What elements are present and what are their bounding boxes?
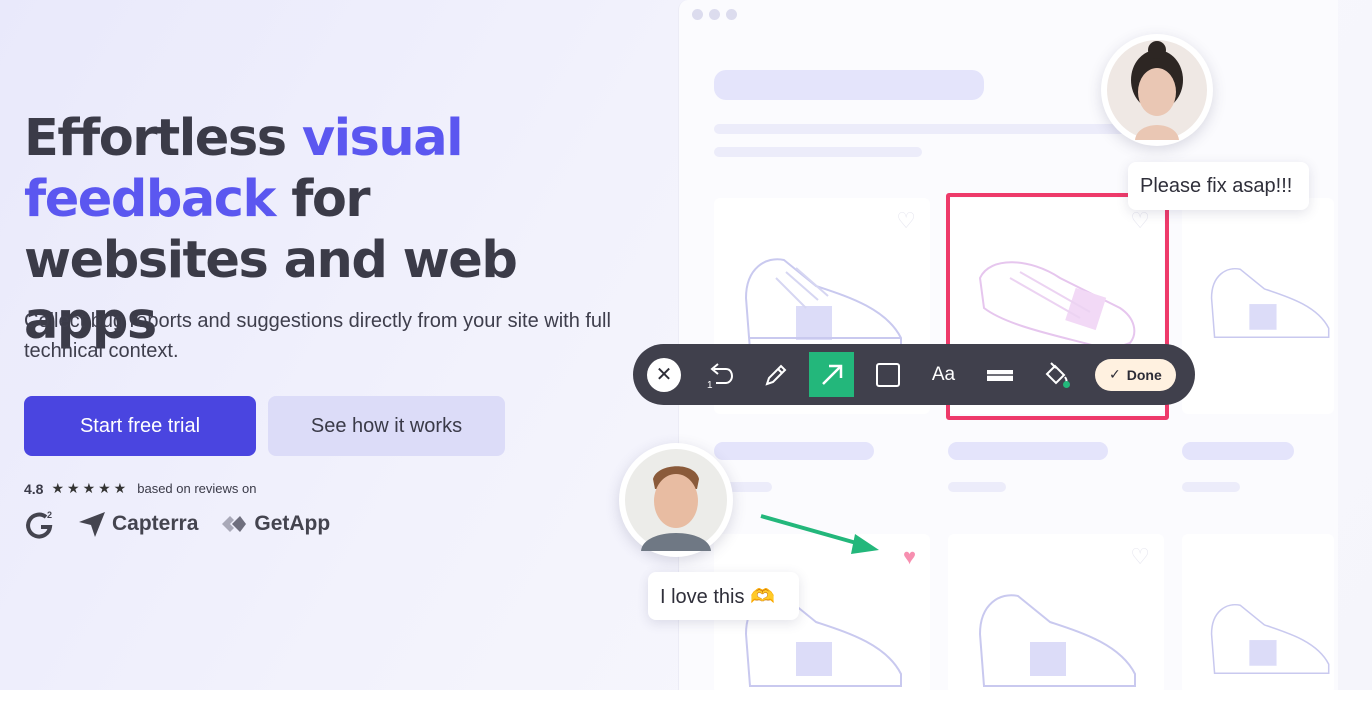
heart-icon[interactable]: ♥ [903, 546, 916, 568]
star-icon: ★★★★★ [51, 480, 130, 496]
skeleton-line [714, 147, 922, 157]
arrow-tool-icon [821, 364, 842, 385]
done-button[interactable]: ✓ Done [1095, 358, 1176, 391]
window-controls [692, 9, 737, 20]
window-dot [692, 9, 703, 20]
svg-text:2: 2 [47, 510, 52, 520]
strikethrough-icon [984, 369, 1015, 381]
shoe-illustration [978, 594, 1136, 687]
rectangle-icon [875, 362, 900, 387]
pencil-tool-button[interactable] [753, 352, 798, 397]
selected-color-indicator [1063, 381, 1070, 388]
hero-subtitle: Collect bug reports and suggestions dire… [24, 310, 611, 362]
pencil-icon [764, 364, 786, 386]
g2-logo-mark: 2 [26, 510, 53, 539]
heart-icon[interactable]: ♡ [1130, 546, 1150, 568]
review-platform-logos: 2 Capterra GetApp [24, 508, 330, 540]
skeleton-label [948, 442, 1108, 460]
skeleton-price [948, 482, 1006, 492]
undo-button[interactable]: 1 [697, 352, 742, 397]
avatar-man-photo [625, 449, 727, 551]
arrow-tool-button[interactable] [809, 352, 854, 397]
comment-bubble-love[interactable]: I love this 🫶 [648, 572, 799, 620]
annotation-arrow[interactable] [755, 508, 885, 558]
avatar-man [619, 443, 733, 557]
capterra-mark [79, 512, 105, 537]
product-card[interactable] [1182, 198, 1334, 414]
avatar-woman [1101, 34, 1213, 146]
comment-text: Please fix asap!!! [1140, 174, 1293, 197]
strikethrough-tool-button[interactable] [977, 352, 1022, 397]
product-card[interactable]: ♡ [948, 534, 1164, 690]
capterra-logo[interactable]: Capterra [78, 510, 198, 538]
check-icon: ✓ [1109, 366, 1121, 382]
window-dot [726, 9, 737, 20]
close-icon[interactable]: ✕ [647, 357, 681, 392]
skeleton-line [714, 124, 1134, 134]
shoe-illustration [1210, 267, 1330, 339]
getapp-mark [222, 516, 247, 532]
window-dot [709, 9, 720, 20]
shoe-illustration [1210, 603, 1330, 675]
undo-count: 1 [707, 380, 713, 391]
title-accent-visual: visual [301, 109, 464, 168]
comment-text: I love this 🫶 [660, 585, 775, 608]
getapp-logo[interactable]: GetApp [220, 512, 330, 536]
rating-row: 4.8 ★★★★★ based on reviews on [24, 480, 256, 497]
skeleton-heading [714, 70, 984, 100]
rating-based-on: based on reviews on [137, 481, 257, 496]
comment-bubble-fix[interactable]: Please fix asap!!! [1128, 162, 1309, 210]
annotation-toolbar: ✕ 1 Aa ✓ Done [633, 344, 1195, 405]
avatar-woman-photo [1107, 40, 1207, 140]
see-how-it-works-button[interactable]: See how it works [268, 396, 505, 456]
done-label: Done [1126, 366, 1162, 383]
getapp-wordmark: GetApp [254, 512, 331, 535]
title-accent-feedback: feedback [24, 170, 276, 229]
skeleton-label [1182, 442, 1294, 460]
text-tool-button[interactable]: Aa [921, 352, 966, 397]
start-free-trial-button[interactable]: Start free trial [24, 396, 256, 456]
shoe-illustration [744, 258, 902, 351]
text-icon: Aa [931, 363, 956, 385]
skeleton-label [714, 442, 874, 460]
product-card[interactable] [1182, 534, 1334, 690]
landing-page: Effortless visual feedback for websites … [0, 0, 1372, 690]
heart-icon[interactable]: ♡ [896, 210, 916, 232]
g2-logo[interactable]: 2 [24, 508, 56, 540]
rectangle-tool-button[interactable] [865, 352, 910, 397]
paint-bucket-tool-button[interactable] [1033, 352, 1078, 397]
title-part1: Effortless [24, 109, 302, 168]
rating-score: 4.8 [24, 480, 44, 497]
skeleton-price [1182, 482, 1240, 492]
capterra-wordmark: Capterra [112, 512, 199, 535]
